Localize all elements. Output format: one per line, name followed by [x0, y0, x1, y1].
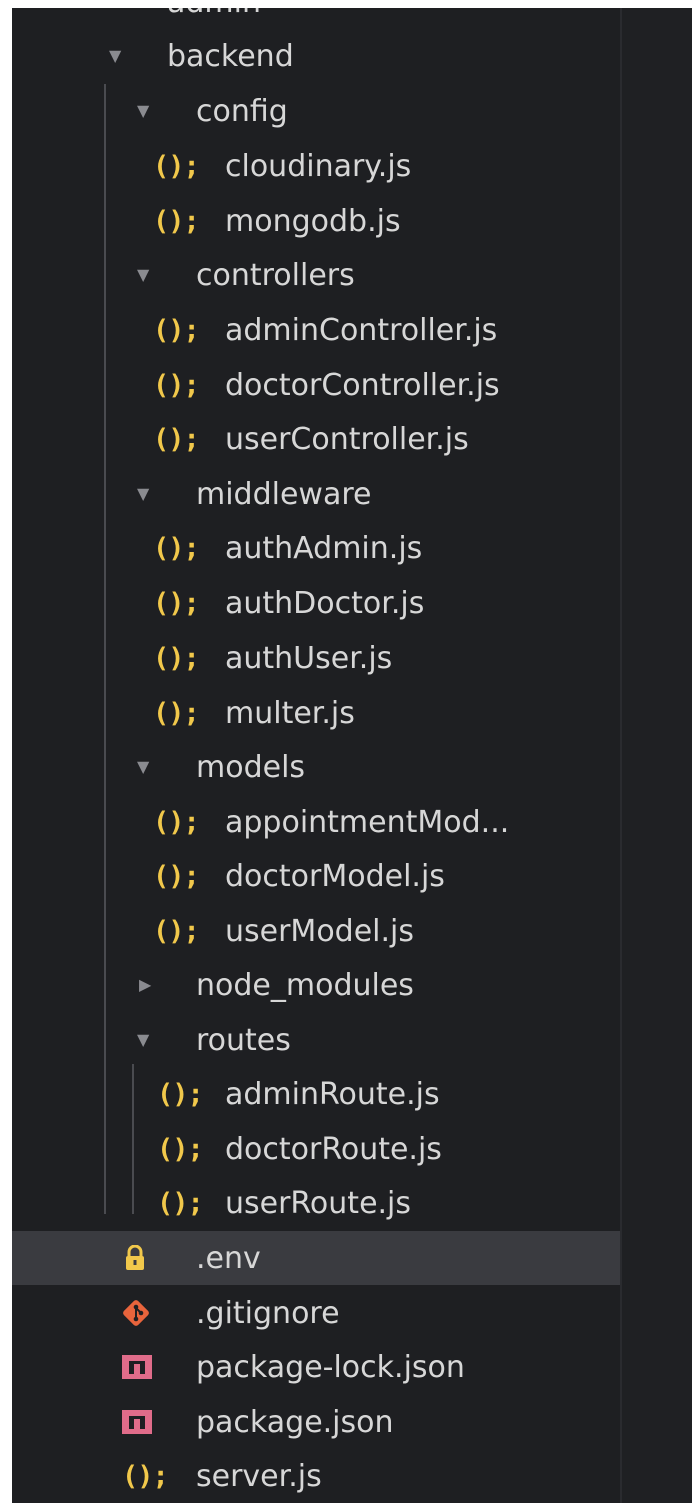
editor-area[interactable]: [622, 8, 692, 1503]
tree-item-label: config: [196, 93, 288, 129]
tree-row-file[interactable]: (); authDoctor.js: [12, 576, 620, 630]
js-icon: ();: [153, 423, 200, 455]
tree-item-label: mongodb.js: [225, 203, 401, 239]
file-explorer: admin ▼ backend ▼ config (); cloudinary.…: [12, 8, 620, 1503]
tree-row-file[interactable]: (); cloudinary.js: [12, 139, 620, 193]
tree-item-label: routes: [196, 1022, 291, 1058]
js-icon: ();: [122, 1460, 169, 1492]
tree-row-file[interactable]: (); userRoute.js: [12, 1176, 620, 1230]
tree-item-label: adminRoute.js: [225, 1076, 440, 1112]
tree-row-folder-routes[interactable]: ▼ routes: [12, 1013, 620, 1067]
tree-row-file[interactable]: (); authUser.js: [12, 631, 620, 685]
tree-item-label: server.js: [196, 1458, 322, 1494]
tree-item-label: authDoctor.js: [225, 585, 425, 621]
tree-item-label: doctorRoute.js: [225, 1131, 442, 1167]
js-icon: ();: [153, 915, 200, 947]
js-icon: ();: [153, 205, 200, 237]
npm-icon: [122, 1410, 152, 1434]
tree-item-label: cloudinary.js: [225, 148, 412, 184]
tree-row-file[interactable]: package.json: [12, 1395, 620, 1449]
chevron-down-icon[interactable]: ▼: [137, 267, 149, 283]
js-icon: ();: [157, 1133, 204, 1165]
js-icon: ();: [153, 150, 200, 182]
tree-row-file[interactable]: (); doctorController.js: [12, 358, 620, 412]
tree-row-file[interactable]: (); adminRoute.js: [12, 1067, 620, 1121]
tree-item-label: .gitignore: [196, 1295, 340, 1331]
git-icon: [123, 1300, 149, 1326]
chevron-down-icon[interactable]: ▼: [137, 103, 149, 119]
tree-row-file[interactable]: (); doctorRoute.js: [12, 1122, 620, 1176]
chevron-down-icon[interactable]: ▼: [137, 486, 149, 502]
chevron-down-icon[interactable]: ▼: [137, 759, 149, 775]
tree-item-label: package.json: [196, 1404, 394, 1440]
js-icon: ();: [157, 1187, 204, 1219]
js-icon: ();: [157, 1078, 204, 1110]
tree-item-label: .env: [196, 1240, 261, 1276]
tree-item-label: backend: [167, 38, 294, 74]
tree-row-file[interactable]: (); userController.js: [12, 412, 620, 466]
tree-row-file[interactable]: (); server.js: [12, 1449, 620, 1503]
tree-row-folder-controllers[interactable]: ▼ controllers: [12, 248, 620, 302]
tree-item-label: multer.js: [225, 695, 355, 731]
tree-row-file[interactable]: (); mongodb.js: [12, 194, 620, 248]
chevron-down-icon[interactable]: ▼: [137, 1032, 149, 1048]
tree-item-label: authUser.js: [225, 640, 393, 676]
tree-item-label: adminController.js: [225, 312, 498, 348]
tree-row-file[interactable]: (); authAdmin.js: [12, 521, 620, 575]
tree-item-label: models: [196, 749, 306, 785]
tree-item-label: middleware: [196, 476, 372, 512]
js-icon: ();: [153, 806, 200, 838]
tree-row-folder-middleware[interactable]: ▼ middleware: [12, 467, 620, 521]
tree-item-label: node_modules: [196, 967, 414, 1003]
tree-item-label: controllers: [196, 257, 355, 293]
chevron-down-icon[interactable]: ▼: [109, 48, 121, 64]
chevron-right-icon[interactable]: ▶: [139, 977, 151, 993]
tree-row-file[interactable]: package-lock.json: [12, 1340, 620, 1394]
tree-row-file[interactable]: .gitignore: [12, 1286, 620, 1340]
tree-row-file[interactable]: (); appointmentMod...: [12, 795, 620, 849]
js-icon: ();: [153, 532, 200, 564]
js-icon: ();: [153, 860, 200, 892]
editor-window: admin ▼ backend ▼ config (); cloudinary.…: [12, 8, 692, 1503]
tree-row-file-selected[interactable]: .env: [12, 1231, 620, 1285]
tree-item-label: doctorController.js: [225, 367, 500, 403]
js-icon: ();: [153, 314, 200, 346]
tree-item-label: appointmentMod...: [225, 804, 510, 840]
js-icon: ();: [153, 369, 200, 401]
js-icon: ();: [153, 587, 200, 619]
tree-row-folder-backend[interactable]: ▼ backend: [12, 29, 620, 83]
tree-row-file[interactable]: (); doctorModel.js: [12, 849, 620, 903]
tree-item-label: authAdmin.js: [225, 530, 423, 566]
lock-icon: [126, 1245, 144, 1270]
tree-item-label: admin: [167, 8, 261, 20]
tree-item-label: doctorModel.js: [225, 858, 445, 894]
tree-item-label: userModel.js: [225, 913, 415, 949]
tree-item-label: package-lock.json: [196, 1349, 465, 1385]
tree-row-file[interactable]: (); userModel.js: [12, 904, 620, 958]
tree-row-file[interactable]: (); adminController.js: [12, 303, 620, 357]
tree-row-file[interactable]: (); multer.js: [12, 686, 620, 740]
tree-row-partial[interactable]: admin: [12, 8, 620, 29]
tree-row-folder-models[interactable]: ▼ models: [12, 740, 620, 794]
js-icon: ();: [153, 697, 200, 729]
tree-item-label: userRoute.js: [225, 1185, 412, 1221]
tree-item-label: userController.js: [225, 421, 469, 457]
tree-row-folder-node-modules[interactable]: ▶ node_modules: [12, 958, 620, 1012]
npm-icon: [122, 1355, 152, 1379]
tree-row-folder-config[interactable]: ▼ config: [12, 84, 620, 138]
js-icon: ();: [153, 642, 200, 674]
